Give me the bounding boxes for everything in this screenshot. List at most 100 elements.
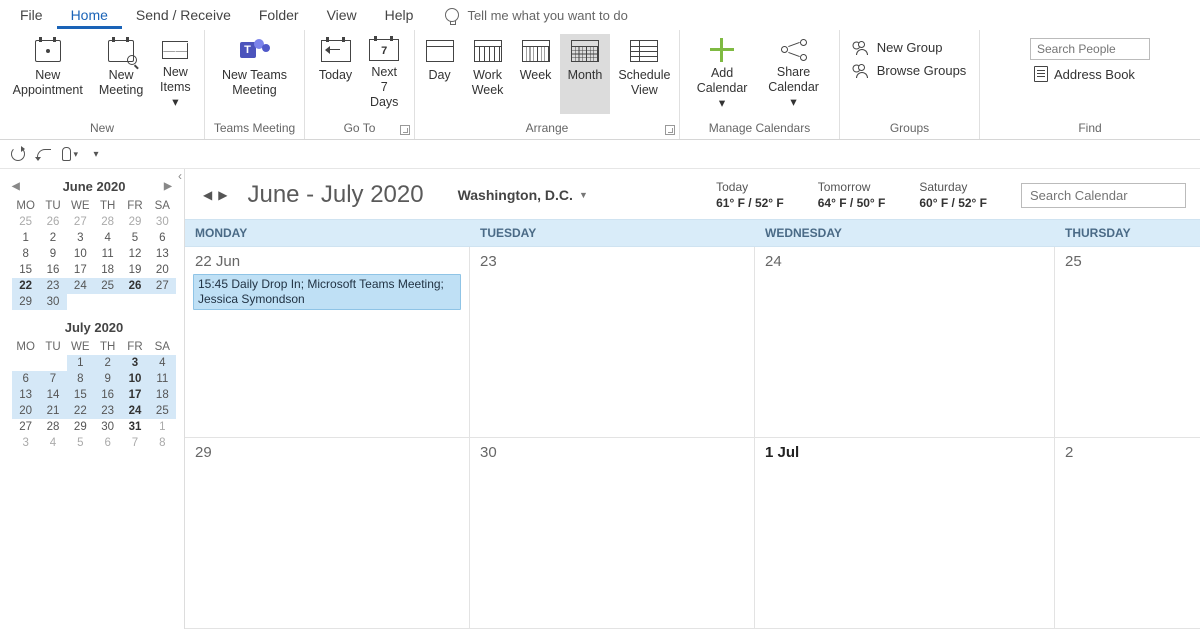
mini-cal-day[interactable]: 28 — [94, 214, 121, 230]
day-cell[interactable]: 23 — [470, 247, 755, 437]
mini-cal-day[interactable]: 26 — [39, 214, 66, 230]
next-7-days-button[interactable]: 7 Next 7 Days — [360, 34, 408, 114]
new-group-button[interactable]: New Group — [849, 38, 971, 57]
mini-cal-day[interactable]: 12 — [121, 246, 148, 262]
next-range-button[interactable]: ▶ — [218, 188, 227, 202]
month-view-button[interactable]: Month — [560, 34, 611, 114]
mini-cal-day[interactable]: 16 — [94, 387, 121, 403]
mini-cal-day[interactable]: 17 — [67, 262, 94, 278]
mini-cal-day[interactable]: 15 — [12, 262, 39, 278]
mini-cal-day[interactable]: 3 — [67, 230, 94, 246]
mini-cal-day[interactable]: 29 — [12, 294, 39, 310]
mini-cal-day[interactable]: 3 — [121, 355, 148, 371]
mini-cal-day[interactable]: 15 — [67, 387, 94, 403]
schedule-view-button[interactable]: Schedule View — [610, 34, 678, 114]
menu-home[interactable]: Home — [57, 1, 122, 29]
mini-cal-day[interactable] — [39, 355, 66, 371]
new-teams-meeting-button[interactable]: T New Teams Meeting — [213, 34, 296, 114]
mini-cal-day[interactable]: 19 — [121, 262, 148, 278]
mini-cal-day[interactable]: 10 — [67, 246, 94, 262]
mini-cal-prev[interactable]: ◀ — [12, 181, 22, 192]
undo-button[interactable] — [36, 146, 52, 162]
day-cell[interactable]: 25 — [1055, 247, 1200, 437]
menu-view[interactable]: View — [313, 1, 371, 29]
tell-me-search[interactable]: Tell me what you want to do — [445, 8, 627, 23]
mini-cal-day[interactable]: 6 — [149, 230, 176, 246]
mini-cal-day[interactable]: 8 — [67, 371, 94, 387]
location-selector[interactable]: Washington, D.C. ▼ — [458, 187, 588, 203]
add-calendar-button[interactable]: Add Calendar ▾ — [688, 34, 756, 114]
mini-cal-day[interactable]: 7 — [121, 435, 148, 451]
search-people-input[interactable] — [1030, 38, 1150, 60]
touch-mode-button[interactable]: ▾ — [62, 146, 78, 162]
mini-cal-day[interactable]: 25 — [94, 278, 121, 294]
mini-cal-day[interactable]: 1 — [149, 419, 176, 435]
menu-help[interactable]: Help — [371, 1, 428, 29]
mini-cal-day[interactable]: 6 — [12, 371, 39, 387]
mini-cal-day[interactable] — [121, 294, 148, 310]
mini-cal-day[interactable]: 13 — [149, 246, 176, 262]
mini-cal-day[interactable]: 30 — [94, 419, 121, 435]
mini-cal-day[interactable]: 16 — [39, 262, 66, 278]
mini-cal-day[interactable]: 20 — [149, 262, 176, 278]
mini-cal-day[interactable]: 8 — [12, 246, 39, 262]
new-meeting-button[interactable]: New Meeting — [91, 34, 151, 114]
mini-cal-day[interactable]: 31 — [121, 419, 148, 435]
mini-cal-day[interactable]: 27 — [67, 214, 94, 230]
mini-cal-day[interactable]: 30 — [149, 214, 176, 230]
today-button[interactable]: Today — [311, 34, 360, 114]
mini-cal-day[interactable]: 11 — [94, 246, 121, 262]
prev-range-button[interactable]: ◀ — [203, 188, 212, 202]
mini-cal-day[interactable]: 29 — [121, 214, 148, 230]
mini-cal-day[interactable]: 5 — [67, 435, 94, 451]
mini-cal-day[interactable]: 23 — [94, 403, 121, 419]
mini-cal-day[interactable]: 22 — [12, 278, 39, 294]
mini-cal-day[interactable]: 24 — [121, 403, 148, 419]
share-calendar-button[interactable]: Share Calendar ▾ — [756, 34, 831, 114]
mini-cal-day[interactable] — [67, 294, 94, 310]
menu-send-receive[interactable]: Send / Receive — [122, 1, 245, 29]
work-week-button[interactable]: Work Week — [464, 34, 512, 114]
mini-cal-day[interactable] — [149, 294, 176, 310]
mini-cal-next[interactable]: ▶ — [164, 181, 174, 192]
menu-folder[interactable]: Folder — [245, 1, 313, 29]
collapse-sidebar-button[interactable]: ‹ — [178, 169, 182, 183]
mini-cal-day[interactable]: 21 — [39, 403, 66, 419]
day-cell[interactable]: 24 — [755, 247, 1055, 437]
search-calendar-input[interactable] — [1021, 183, 1186, 208]
mini-cal-day[interactable]: 23 — [39, 278, 66, 294]
mini-cal-day[interactable]: 3 — [12, 435, 39, 451]
mini-cal-day[interactable]: 24 — [67, 278, 94, 294]
calendar-event[interactable]: 15:45 Daily Drop In; Microsoft Teams Mee… — [193, 274, 461, 310]
new-appointment-button[interactable]: New Appointment — [5, 34, 91, 114]
mini-cal-day[interactable]: 10 — [121, 371, 148, 387]
day-cell[interactable]: 30 — [470, 438, 755, 628]
mini-cal-day[interactable]: 20 — [12, 403, 39, 419]
mini-cal-day[interactable]: 2 — [94, 355, 121, 371]
mini-cal-day[interactable]: 29 — [67, 419, 94, 435]
mini-cal-day[interactable]: 1 — [67, 355, 94, 371]
dialog-launcher-icon[interactable] — [665, 125, 675, 135]
mini-cal-day[interactable]: 7 — [39, 371, 66, 387]
day-cell[interactable]: 22 Jun15:45 Daily Drop In; Microsoft Tea… — [185, 247, 470, 437]
mini-cal-day[interactable]: 28 — [39, 419, 66, 435]
mini-cal-day[interactable]: 13 — [12, 387, 39, 403]
day-cell[interactable]: 29 — [185, 438, 470, 628]
mini-cal-day[interactable]: 11 — [149, 371, 176, 387]
mini-cal-day[interactable]: 9 — [39, 246, 66, 262]
day-cell[interactable]: 1 Jul — [755, 438, 1055, 628]
mini-cal-day[interactable] — [94, 294, 121, 310]
mini-cal-day[interactable]: 25 — [12, 214, 39, 230]
day-cell[interactable]: 2 — [1055, 438, 1200, 628]
mini-cal-day[interactable]: 22 — [67, 403, 94, 419]
mini-cal-day[interactable]: 17 — [121, 387, 148, 403]
mini-cal-day[interactable]: 5 — [121, 230, 148, 246]
mini-cal-day[interactable]: 18 — [94, 262, 121, 278]
mini-cal-day[interactable]: 2 — [39, 230, 66, 246]
mini-cal-day[interactable]: 30 — [39, 294, 66, 310]
menu-file[interactable]: File — [6, 1, 57, 29]
mini-cal-day[interactable] — [12, 355, 39, 371]
mini-cal-day[interactable]: 8 — [149, 435, 176, 451]
mini-cal-day[interactable]: 9 — [94, 371, 121, 387]
mini-cal-day[interactable]: 14 — [39, 387, 66, 403]
